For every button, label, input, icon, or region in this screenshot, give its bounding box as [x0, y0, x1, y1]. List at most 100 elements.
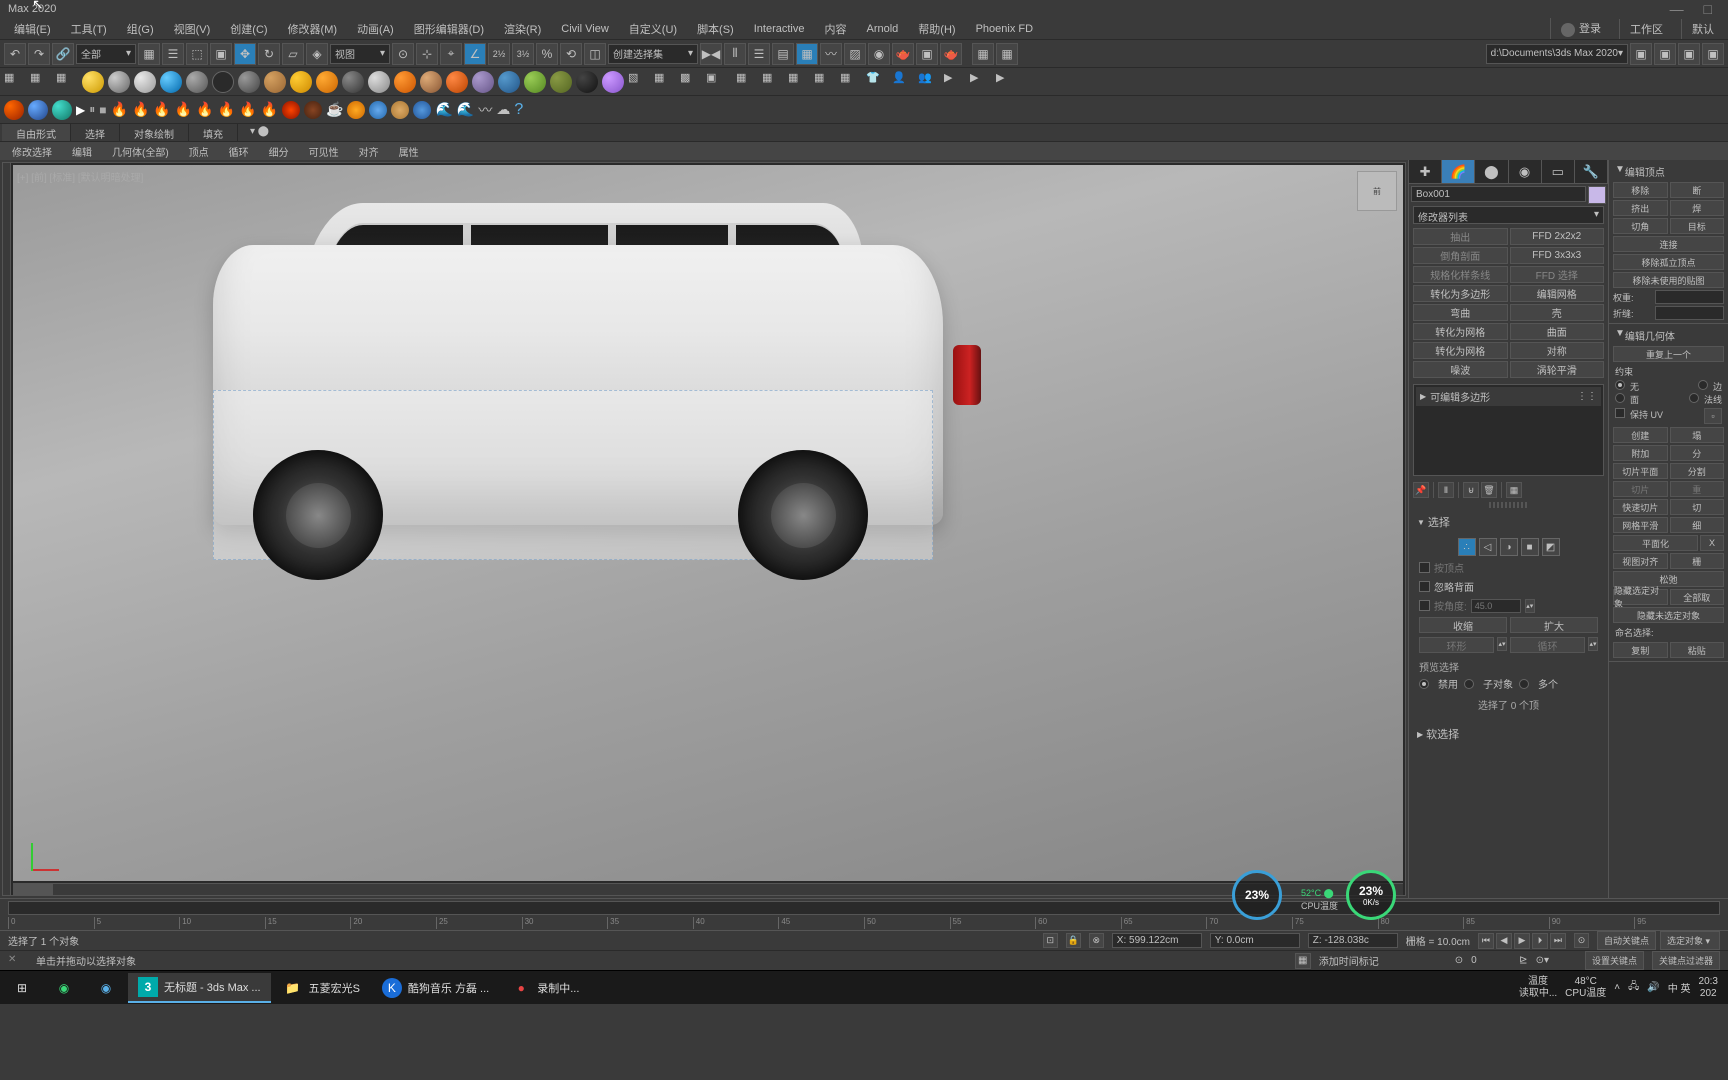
menu-graph-editors[interactable]: 图形编辑器(D)	[404, 19, 494, 39]
water-ball[interactable]	[369, 101, 387, 119]
populate3[interactable]: 👥	[918, 71, 940, 93]
shrink-button[interactable]: 收缩	[1419, 617, 1507, 633]
mod-ffd-sel[interactable]: FFD 选择	[1510, 266, 1605, 283]
fire-icon-3[interactable]: 🔥	[153, 101, 170, 118]
window-crossing-icon[interactable]: ▣	[210, 43, 232, 65]
select-rotate-icon[interactable]: ↻	[258, 43, 280, 65]
taskbar-app-2[interactable]: ◉	[86, 973, 126, 1003]
object-color-swatch[interactable]	[1588, 186, 1606, 204]
populate1[interactable]: 👕	[866, 71, 888, 93]
fire-ball-1[interactable]	[4, 100, 24, 120]
mod-bevel-profile[interactable]: 倒角剖面	[1413, 247, 1508, 264]
2d-snap-icon[interactable]: 2½	[488, 43, 510, 65]
start-button[interactable]: ⊞	[2, 973, 42, 1003]
select-move-icon[interactable]: ✥	[234, 43, 256, 65]
mat-ball-21[interactable]	[602, 71, 624, 93]
align-icon[interactable]: ⫴	[724, 43, 746, 65]
viewport-label[interactable]: [+] [前] [标准] [默认明暗处理]	[17, 169, 143, 184]
render-production-icon[interactable]: 🫖	[940, 43, 962, 65]
menu-create[interactable]: 创建(C)	[220, 19, 277, 39]
fire-ball-2[interactable]	[28, 100, 48, 120]
mod-symmetry[interactable]: 对称	[1510, 342, 1605, 359]
stack-drag-handle[interactable]: ⋮⋮	[1577, 391, 1597, 402]
sub-visibility[interactable]: 可见性	[299, 142, 349, 160]
subobj-element-icon[interactable]: ◩	[1542, 538, 1560, 556]
goto-end-icon[interactable]: ⏭	[1550, 933, 1566, 949]
mat-ball-1[interactable]	[82, 71, 104, 93]
mat-ball-3[interactable]	[134, 71, 156, 93]
login-button[interactable]: 登录	[1550, 18, 1611, 38]
mat-ball-14[interactable]	[420, 71, 442, 93]
prev-frame-icon[interactable]: ◀	[1496, 933, 1512, 949]
remove-iso-btn[interactable]: 移除孤立顶点	[1613, 254, 1724, 270]
mat-ball-6[interactable]	[212, 71, 234, 93]
mod-noise[interactable]: 噪波	[1413, 361, 1508, 378]
coord-z[interactable]: Z: -128.038c	[1308, 933, 1398, 948]
add-time-tag[interactable]: 添加时间标记	[1319, 953, 1379, 968]
break-btn[interactable]: 断	[1670, 182, 1725, 198]
frame-field[interactable]: 0	[1471, 955, 1511, 966]
fire-icon-7[interactable]: 🔥	[239, 101, 256, 118]
menu-customize[interactable]: 自定义(U)	[619, 19, 687, 39]
time-tick[interactable]: 95	[1634, 917, 1720, 929]
mat-ball-11[interactable]	[342, 71, 364, 93]
constraint-face[interactable]	[1615, 393, 1625, 403]
angle-value[interactable]: 45.0	[1471, 599, 1521, 613]
connect-btn[interactable]: 连接	[1613, 236, 1724, 252]
menu-phoenixfd[interactable]: Phoenix FD	[966, 21, 1043, 37]
weld-btn[interactable]: 焊	[1670, 200, 1725, 216]
edit-vertex-header[interactable]: ▼ 编辑顶点	[1611, 162, 1726, 181]
mat-tex1[interactable]: ▧	[628, 71, 650, 93]
tray-ime[interactable]: 中 英	[1668, 980, 1691, 995]
ignore-backface-check[interactable]	[1419, 581, 1430, 592]
pause-icon[interactable]: ⏸	[89, 102, 95, 117]
coord-x[interactable]: X: 599.122cm	[1112, 933, 1202, 948]
grow-button[interactable]: 扩大	[1510, 617, 1598, 633]
edit-selection-icon[interactable]: ◫	[584, 43, 606, 65]
time-tick[interactable]: 25	[436, 917, 522, 929]
ribbon-toggle-icon[interactable]: ▦	[796, 43, 818, 65]
layers-icon[interactable]: ☰	[748, 43, 770, 65]
remove-btn[interactable]: 移除	[1613, 182, 1668, 198]
hide-sel-btn[interactable]: 隐藏选定对象	[1613, 589, 1668, 605]
default-workspace[interactable]: 默认	[1681, 19, 1724, 39]
mod-normalize-spl[interactable]: 规格化样条线	[1413, 266, 1508, 283]
tool2-3[interactable]: ▦	[56, 71, 78, 93]
phoenix-tool3[interactable]: ▦	[788, 71, 810, 93]
angle-snap-icon[interactable]: ∠	[464, 43, 486, 65]
fire-ball-8[interactable]	[413, 101, 431, 119]
tab-motion-icon[interactable]: ◉	[1509, 160, 1542, 183]
close-listener-icon[interactable]: ✕	[8, 954, 22, 968]
time-tick[interactable]: 80	[1378, 917, 1464, 929]
constraint-edge[interactable]	[1698, 380, 1708, 390]
mat-ball-2[interactable]	[108, 71, 130, 93]
auto-key-button[interactable]: 自动关键点	[1597, 931, 1656, 950]
collapse-btn[interactable]: 塌	[1670, 427, 1725, 443]
rect-select-icon[interactable]: ⬚	[186, 43, 208, 65]
next-frame-icon[interactable]: ⏵	[1532, 933, 1548, 949]
tab-utilities-icon[interactable]: 🔧	[1575, 160, 1608, 183]
menu-scripting[interactable]: 脚本(S)	[687, 19, 744, 39]
select-name-icon[interactable]: ☰	[162, 43, 184, 65]
tab-selection[interactable]: 选择	[71, 124, 120, 141]
stack-editable-poly[interactable]: ▶ 可编辑多边形 ⋮⋮	[1416, 387, 1601, 406]
tessellate-btn[interactable]: 细	[1670, 517, 1725, 533]
ref-coord-dropdown[interactable]: 视图▾	[330, 44, 390, 64]
subobj-polygon-icon[interactable]: ■	[1521, 538, 1539, 556]
mat-ball-16[interactable]	[472, 71, 494, 93]
fire-icon-6[interactable]: 🔥	[218, 101, 235, 118]
hide-unsel-btn[interactable]: 隐藏未选定对象	[1613, 607, 1724, 623]
expand-icon[interactable]: ▶	[1420, 392, 1426, 401]
reset-btn[interactable]: 重	[1670, 481, 1725, 497]
time-tick[interactable]: 0	[8, 917, 94, 929]
mod-extrude[interactable]: 抽出	[1413, 228, 1508, 245]
link-icon[interactable]: 🔗	[52, 43, 74, 65]
mat-ball-8[interactable]	[264, 71, 286, 93]
attach-btn[interactable]: 附加	[1613, 445, 1668, 461]
mat-ball-17[interactable]	[498, 71, 520, 93]
slice-plane-btn[interactable]: 切片平面	[1613, 463, 1668, 479]
timeline[interactable]: 05101520253035404550556065707580859095	[0, 898, 1728, 930]
pivot-icon[interactable]: ⊙	[392, 43, 414, 65]
tab-create-icon[interactable]: ✚	[1409, 160, 1442, 183]
tray-clock[interactable]: 20:3202	[1699, 976, 1718, 1000]
